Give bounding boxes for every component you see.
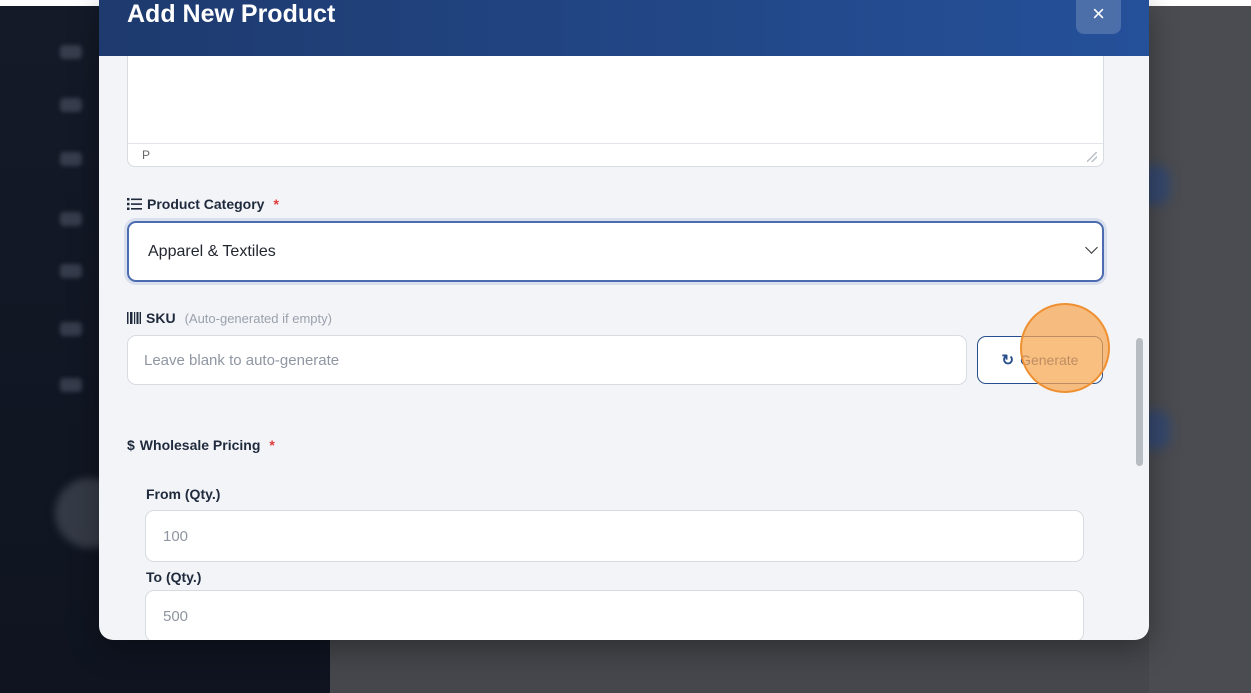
chevron-down-icon — [1085, 241, 1098, 254]
to-qty-input[interactable] — [145, 590, 1084, 640]
required-marker: * — [269, 437, 275, 453]
resize-handle-icon[interactable] — [1087, 152, 1097, 162]
editor-statusbar: P — [128, 143, 1103, 166]
background-nav-icon — [60, 152, 82, 166]
generate-sku-button[interactable]: ↻ Generate — [977, 336, 1103, 384]
category-label: Product Category * — [127, 196, 279, 212]
from-qty-input[interactable] — [145, 510, 1084, 562]
background-nav-icon — [60, 212, 82, 226]
pricing-label: $ Wholesale Pricing * — [127, 437, 275, 453]
dollar-icon: $ — [127, 437, 135, 453]
background-nav-icon — [60, 45, 82, 59]
background-nav-icon — [60, 378, 82, 392]
to-qty-label: To (Qty.) — [146, 569, 202, 585]
close-button[interactable]: × — [1076, 0, 1121, 34]
category-label-text: Product Category — [147, 196, 265, 212]
category-selected-value: Apparel & Textiles — [148, 243, 276, 260]
required-marker: * — [273, 196, 279, 212]
category-select[interactable]: Apparel & Textiles — [127, 221, 1104, 282]
scrollbar-thumb[interactable] — [1136, 338, 1143, 466]
refresh-icon: ↻ — [1001, 351, 1015, 369]
list-icon — [127, 198, 142, 210]
background-nav-icon — [60, 98, 82, 112]
sku-input[interactable] — [127, 335, 967, 385]
sku-label-text: SKU — [146, 310, 176, 326]
modal-header: Add New Product × — [99, 0, 1149, 56]
sku-label: SKU (Auto-generated if empty) — [127, 310, 332, 326]
generate-button-label: Generate — [1020, 352, 1079, 368]
background-nav-icon — [60, 264, 82, 278]
barcode-icon — [127, 312, 141, 324]
editor-element-path[interactable]: P — [142, 148, 150, 162]
background-nav-icon — [60, 322, 82, 336]
from-qty-label: From (Qty.) — [146, 486, 221, 502]
description-editor[interactable]: P — [127, 56, 1104, 167]
pricing-label-text: Wholesale Pricing — [139, 437, 261, 453]
sku-hint: (Auto-generated if empty) — [184, 310, 332, 326]
add-product-modal: Add New Product × P Product Category * A… — [99, 0, 1149, 640]
modal-title: Add New Product — [127, 0, 336, 28]
background-right-panel — [1149, 0, 1251, 693]
